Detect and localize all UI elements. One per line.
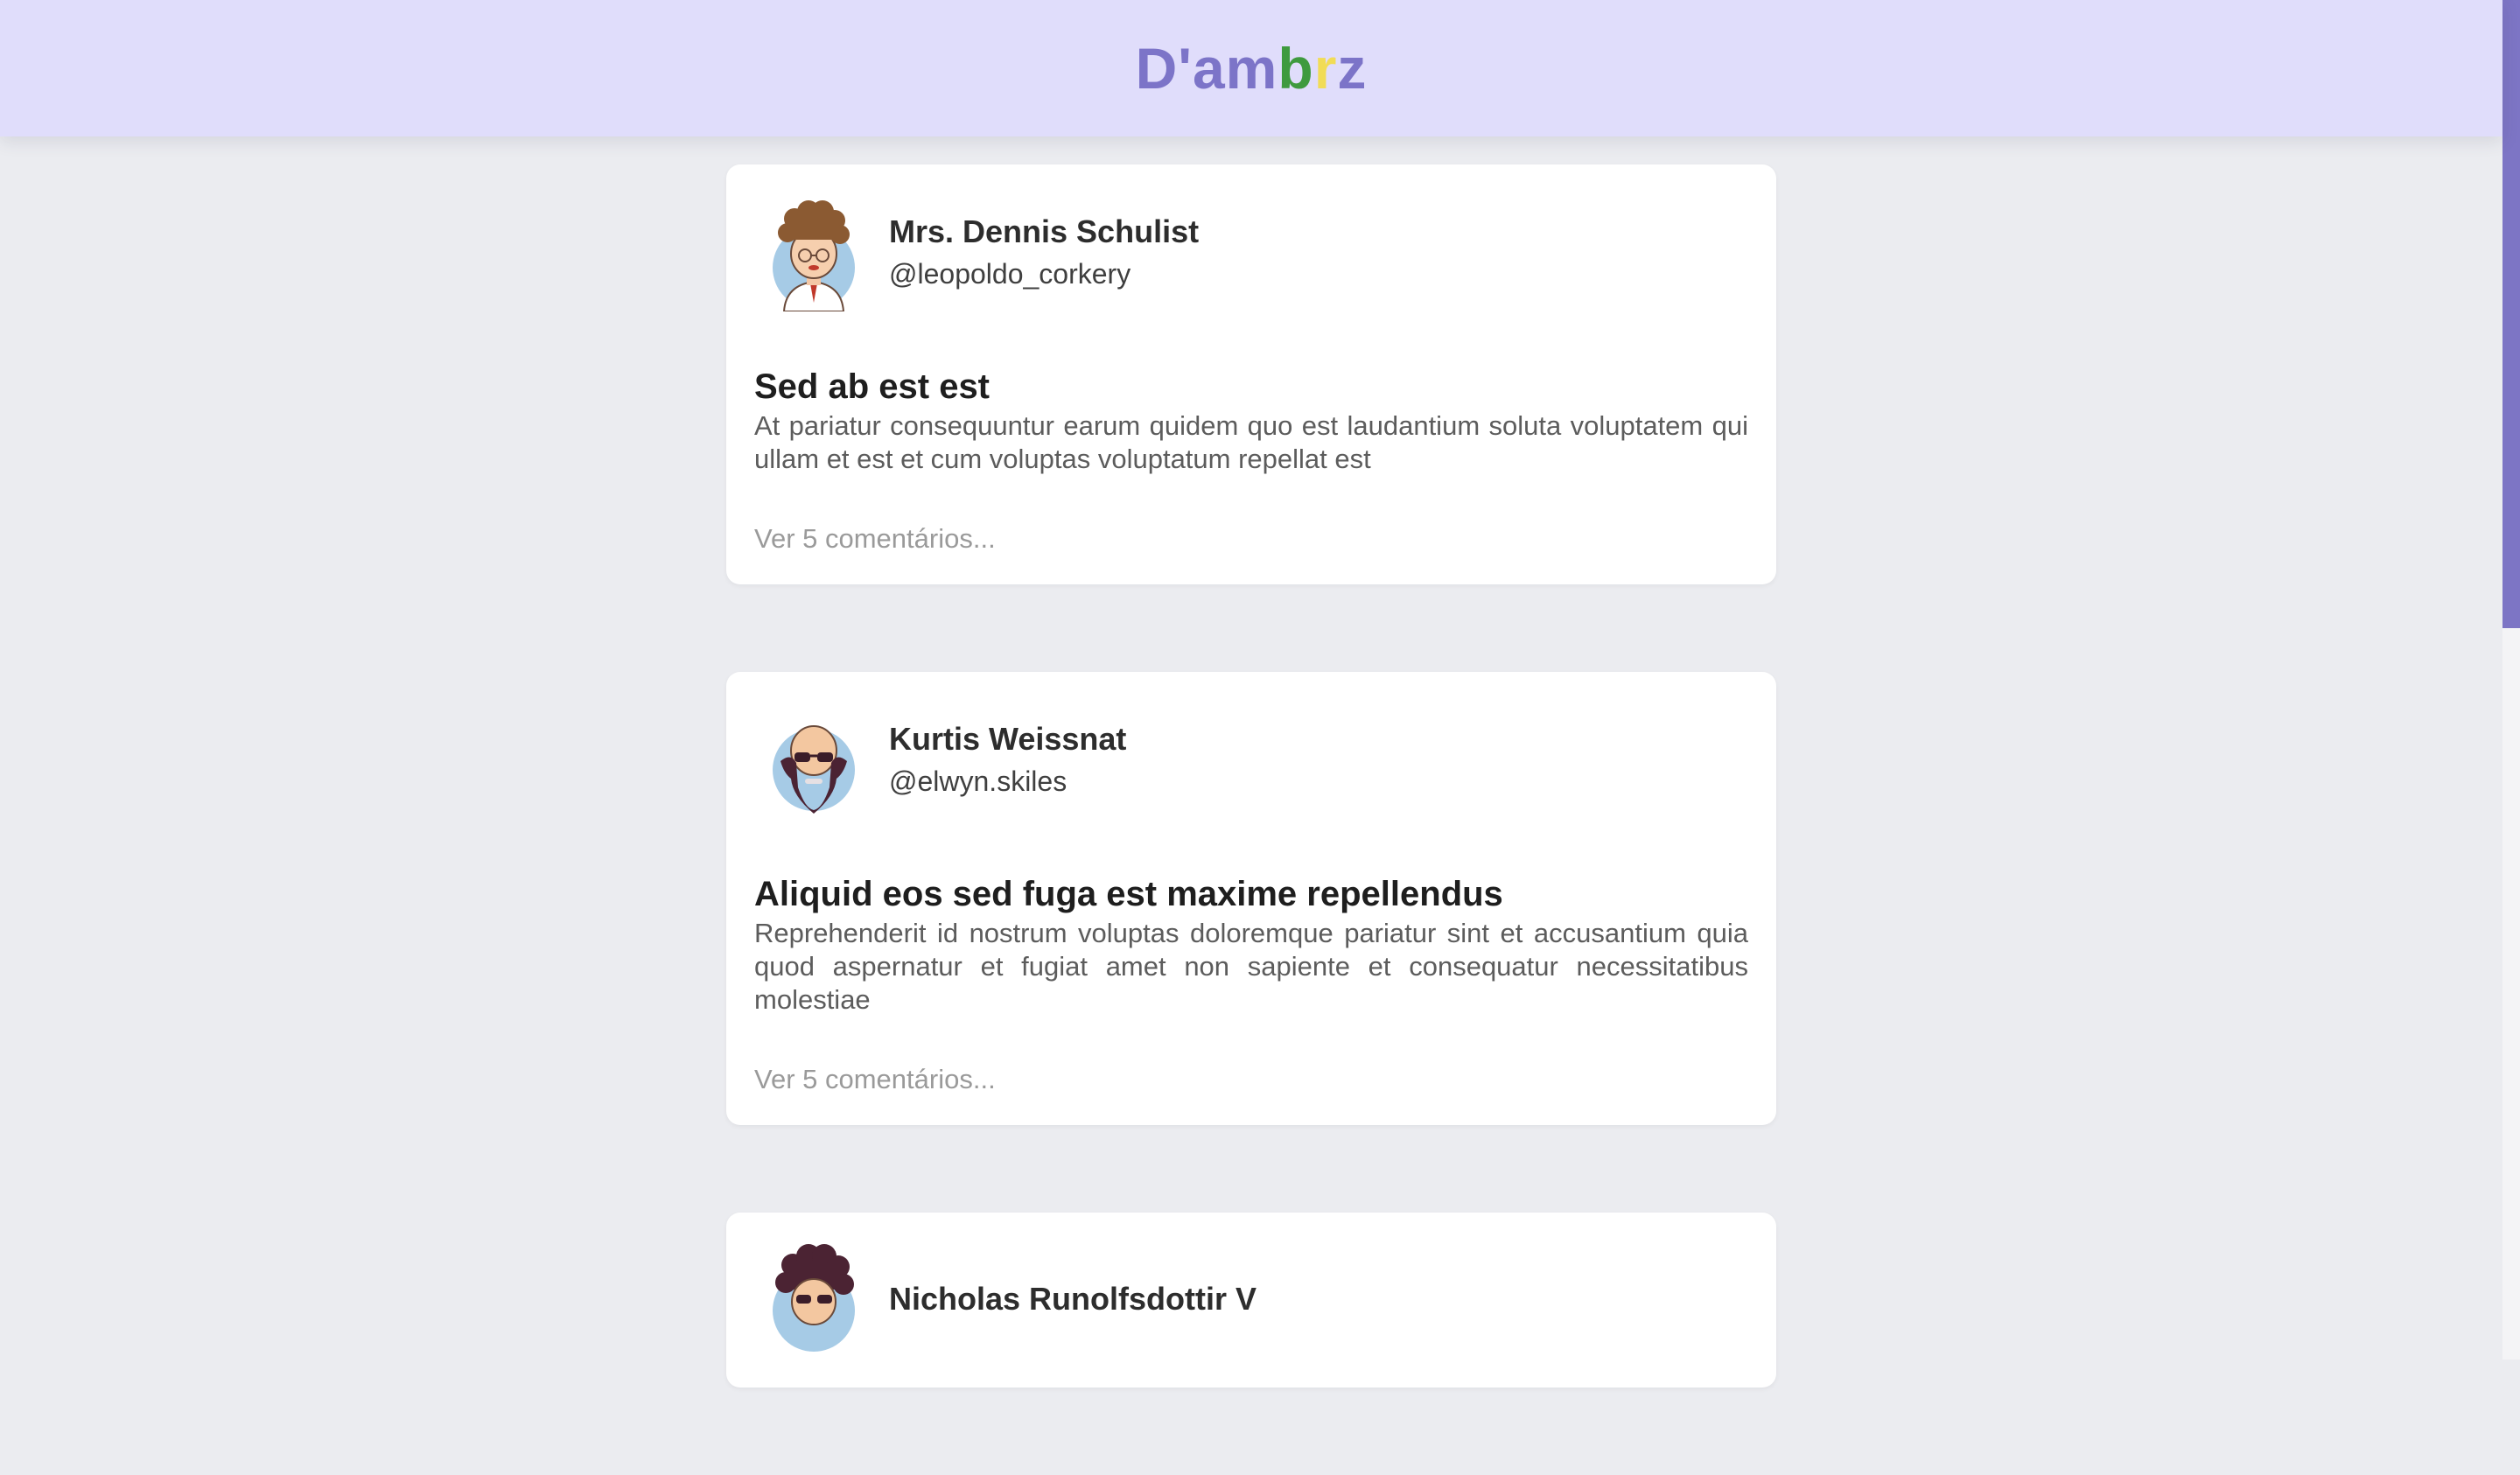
page-scrollbar[interactable] (2502, 0, 2520, 1360)
posts-feed: Mrs. Dennis Schulist @leopoldo_corkery S… (726, 164, 1776, 1475)
logo-part-4: z (1337, 36, 1368, 101)
logo-part-2: b (1278, 36, 1314, 101)
view-comments-link[interactable]: Ver 5 comentários... (754, 1062, 1748, 1097)
author-handle: @elwyn.skiles (889, 765, 1068, 797)
post-card: Kurtis Weissnat @elwyn.skiles Aliquid eo… (726, 672, 1776, 1125)
post-author: Kurtis Weissnat @elwyn.skiles (754, 700, 1748, 819)
post-title: Aliquid eos sed fuga est maxime repellen… (754, 875, 1503, 913)
post-card: Mrs. Dennis Schulist @leopoldo_corkery S… (726, 164, 1776, 584)
post-author: Mrs. Dennis Schulist @leopoldo_corkery (754, 192, 1748, 311)
post-body: At pariatur consequuntur earum quidem qu… (754, 410, 1748, 474)
post-author: Nicholas Runolfsdottir V (754, 1241, 1748, 1360)
author-name[interactable]: Nicholas Runolfsdottir V (889, 1278, 1256, 1320)
author-name[interactable]: Kurtis Weissnat (889, 718, 1126, 760)
post-body: Reprehenderit id nostrum voluptas dolore… (754, 918, 1748, 1015)
afro-sunglasses-avatar-icon (773, 1244, 855, 1352)
post-card: Nicholas Runolfsdottir V (726, 1213, 1776, 1388)
post-title: Sed ab est est (754, 367, 990, 406)
logo-part-3: r (1313, 36, 1338, 101)
app-header: D'ambrz (0, 0, 2502, 136)
curly-hair-glasses-avatar-icon (773, 200, 855, 311)
app-logo[interactable]: D'ambrz (1136, 35, 1368, 101)
logo-part-1: D'am (1135, 36, 1278, 101)
view-comments-link[interactable]: Ver 5 comentários... (754, 521, 1748, 556)
scrollbar-thumb[interactable] (2502, 0, 2520, 628)
bald-bearded-sunglasses-avatar-icon (773, 725, 855, 814)
author-name[interactable]: Mrs. Dennis Schulist (889, 211, 1199, 253)
author-handle: @leopoldo_corkery (889, 258, 1131, 290)
